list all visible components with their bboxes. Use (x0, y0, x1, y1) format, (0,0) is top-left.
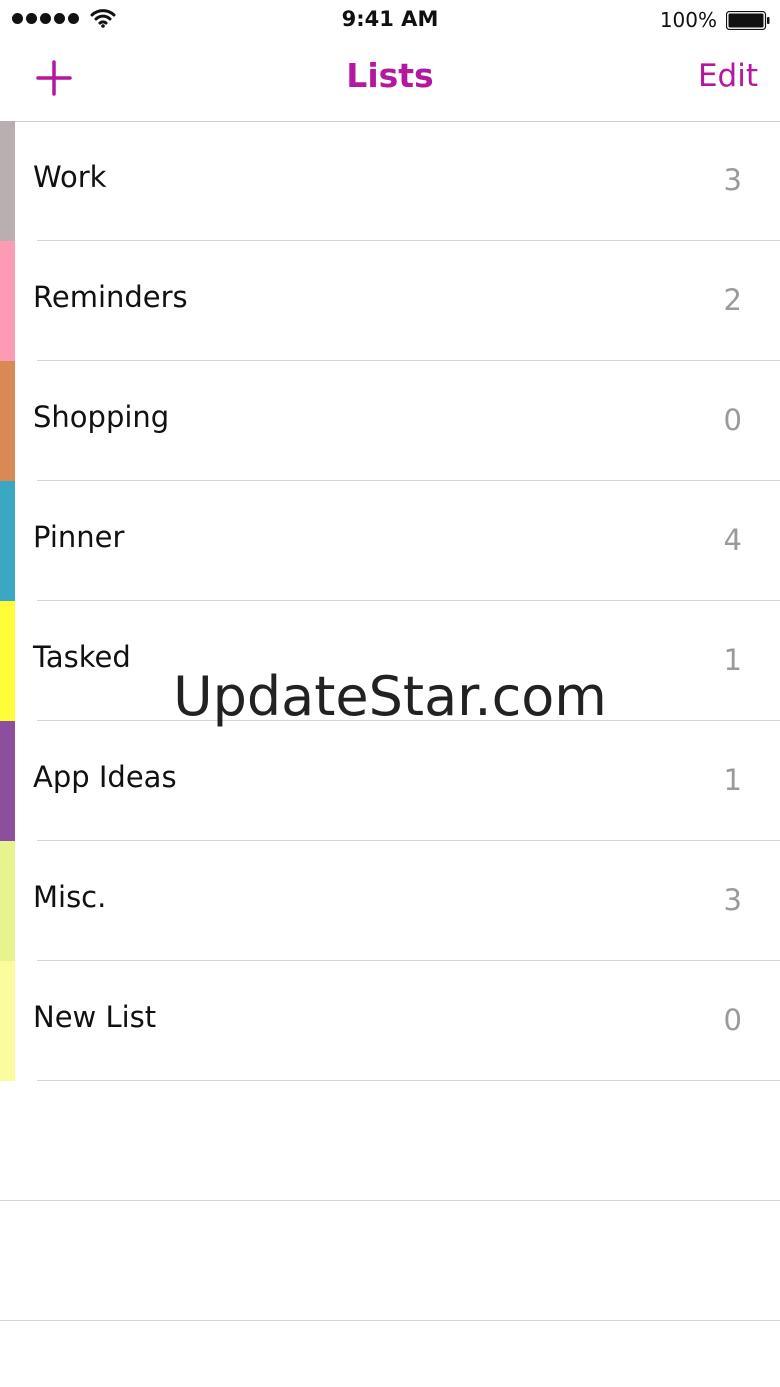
list-color-swatch (0, 961, 15, 1081)
list-item-count: 3 (723, 883, 742, 917)
list-item[interactable]: Work 3 (0, 121, 780, 241)
list-color-swatch (0, 841, 15, 961)
list-item-name: Work (33, 160, 107, 194)
list-color-swatch (0, 121, 15, 241)
list-item-count: 1 (723, 763, 742, 797)
list-color-swatch (0, 481, 15, 601)
list-color-swatch (0, 241, 15, 361)
list-color-swatch (0, 361, 15, 481)
row-divider (0, 1320, 780, 1321)
list-item-count: 1 (723, 643, 742, 677)
list-item-name: Shopping (33, 400, 170, 434)
list-item-count: 0 (723, 403, 742, 437)
list-item-count: 3 (723, 163, 742, 197)
list-item[interactable]: Shopping 0 (0, 361, 780, 481)
battery-icon (726, 11, 770, 30)
list-item-name: Tasked (33, 640, 131, 674)
list-item-count: 0 (723, 1003, 742, 1037)
list-item[interactable]: Misc. 3 (0, 841, 780, 961)
lists-table: Work 3 Reminders 2 Shopping 0 Pinner 4 T… (0, 121, 780, 1321)
navigation-bar: Lists Edit (0, 40, 780, 122)
battery-percentage: 100% (659, 8, 717, 32)
list-item[interactable]: App Ideas 1 (0, 721, 780, 841)
edit-button[interactable]: Edit (698, 58, 758, 94)
empty-row (0, 1201, 780, 1321)
list-color-swatch (0, 721, 15, 841)
list-item-name: Reminders (33, 280, 188, 314)
list-item-name: Misc. (33, 880, 107, 914)
list-item[interactable]: New List 0 (0, 961, 780, 1081)
list-item-count: 4 (723, 523, 742, 557)
list-color-swatch (0, 601, 15, 721)
list-item-name: Pinner (33, 520, 125, 554)
list-item-count: 2 (723, 283, 742, 317)
list-item[interactable]: Reminders 2 (0, 241, 780, 361)
plus-icon[interactable] (36, 60, 72, 96)
list-item[interactable]: Pinner 4 (0, 481, 780, 601)
list-item[interactable]: Tasked 1 (0, 601, 780, 721)
page-title: Lists (346, 56, 434, 95)
list-item-name: New List (33, 1000, 157, 1034)
status-bar: 9:41 AM 100% (0, 0, 780, 40)
list-item-name: App Ideas (33, 760, 177, 794)
empty-row (0, 1081, 780, 1201)
